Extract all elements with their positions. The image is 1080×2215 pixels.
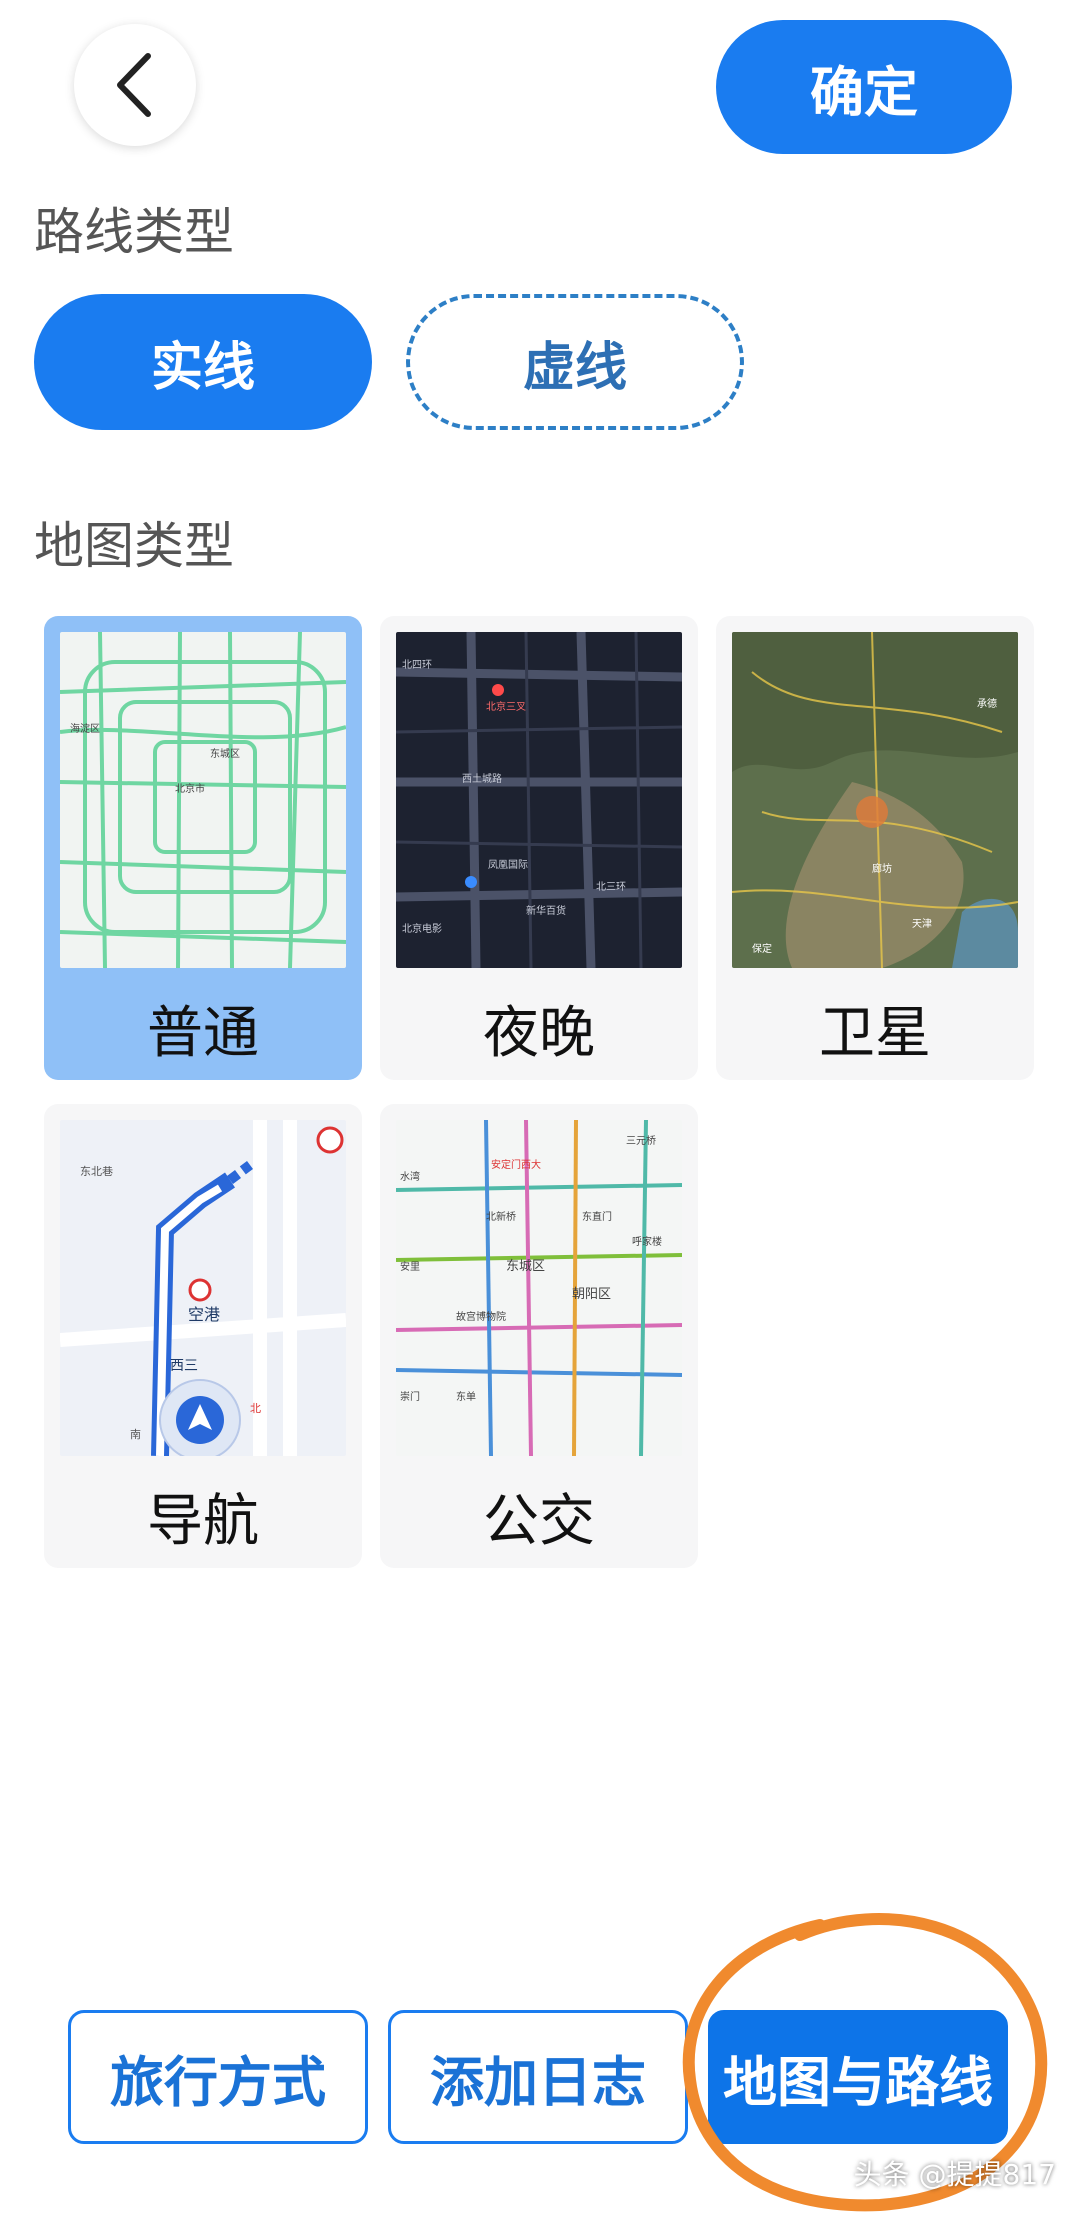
map-card-satellite[interactable]: 承德 廊坊 天津 保定 卫星 <box>716 616 1034 1080</box>
thumb-label: 北 <box>250 1402 261 1415</box>
map-thumb-satellite: 承德 廊坊 天津 保定 <box>732 632 1018 968</box>
thumb-label: 崇门 <box>400 1390 420 1403</box>
thumb-label: 承德 <box>977 697 997 710</box>
thumb-label: 安定门西大 <box>491 1158 541 1171</box>
confirm-button[interactable]: 确定 <box>716 20 1012 154</box>
thumb-label: 西土城路 <box>462 772 502 785</box>
thumb-label: 西三 <box>170 1358 198 1374</box>
map-card-normal[interactable]: 海淀区 北京市 东城区 普通 <box>44 616 362 1080</box>
thumb-label: 北京电影 <box>402 922 442 935</box>
thumb-label: 东城区 <box>210 747 240 760</box>
back-button[interactable] <box>74 24 196 146</box>
map-card-night[interactable]: 北四环 北京三叉 西土城路 凤凰国际 北三环 北京电影 新华百货 夜晚 <box>380 616 698 1080</box>
thumb-label: 东城区 <box>506 1259 545 1274</box>
map-thumb-night: 北四环 北京三叉 西土城路 凤凰国际 北三环 北京电影 新华百货 <box>396 632 682 968</box>
map-card-label: 夜晚 <box>483 1001 595 1066</box>
thumb-label: 凤凰国际 <box>488 859 528 871</box>
map-thumb-transit: 三元桥 水湾 安定门西大 北新桥 东直门 东城区 朝阳区 故宫博物院 呼家楼 安… <box>396 1120 682 1456</box>
map-card-label: 导航 <box>147 1489 259 1554</box>
map-thumb-navigation: 东北巷 空港 西三 北 南 <box>60 1120 346 1456</box>
thumb-label: 廊坊 <box>872 862 892 875</box>
thumb-label: 北三环 <box>596 881 626 893</box>
map-card-transit[interactable]: 三元桥 水湾 安定门西大 北新桥 东直门 东城区 朝阳区 故宫博物院 呼家楼 安… <box>380 1104 698 1568</box>
tab-add-log[interactable]: 添加日志 <box>388 2010 688 2144</box>
thumb-label: 东北巷 <box>80 1165 113 1178</box>
thumb-label: 天津 <box>912 918 932 930</box>
watermark: 头条 @提提817 <box>853 2158 1056 2191</box>
thumb-label: 东单 <box>456 1390 476 1403</box>
thumb-label: 保定 <box>752 942 772 955</box>
thumb-label: 北京市 <box>175 782 205 795</box>
thumb-label: 海淀区 <box>70 722 100 735</box>
thumb-label: 朝阳区 <box>572 1287 611 1302</box>
map-card-label: 公交 <box>483 1489 595 1554</box>
map-card-label: 卫星 <box>819 1001 931 1066</box>
thumb-label: 北新桥 <box>486 1210 516 1223</box>
thumb-label: 安里 <box>400 1260 420 1273</box>
route-dashed-option[interactable]: 虚线 <box>406 294 744 430</box>
map-type-title: 地图类型 <box>34 517 234 575</box>
thumb-label: 呼家楼 <box>632 1235 662 1248</box>
thumb-label: 北京三叉 <box>486 700 526 713</box>
thumb-label: 水湾 <box>400 1170 420 1183</box>
map-thumb-normal: 海淀区 北京市 东城区 <box>60 632 346 968</box>
thumb-label: 三元桥 <box>626 1135 656 1147</box>
tab-travel-mode[interactable]: 旅行方式 <box>68 2010 368 2144</box>
thumb-label: 南 <box>130 1428 141 1441</box>
thumb-label: 新华百货 <box>526 904 566 917</box>
thumb-label: 北四环 <box>402 659 432 671</box>
tab-map-and-route[interactable]: 地图与路线 <box>708 2010 1008 2144</box>
thumb-label: 空港 <box>188 1305 220 1324</box>
map-card-label: 普通 <box>147 1001 259 1066</box>
thumb-label: 东直门 <box>582 1210 612 1223</box>
route-type-title: 路线类型 <box>34 203 234 261</box>
thumb-label: 故宫博物院 <box>456 1310 506 1323</box>
route-solid-option[interactable]: 实线 <box>34 294 372 430</box>
map-card-navigation[interactable]: 东北巷 空港 西三 北 南 导航 <box>44 1104 362 1568</box>
chevron-left-icon <box>117 53 151 117</box>
